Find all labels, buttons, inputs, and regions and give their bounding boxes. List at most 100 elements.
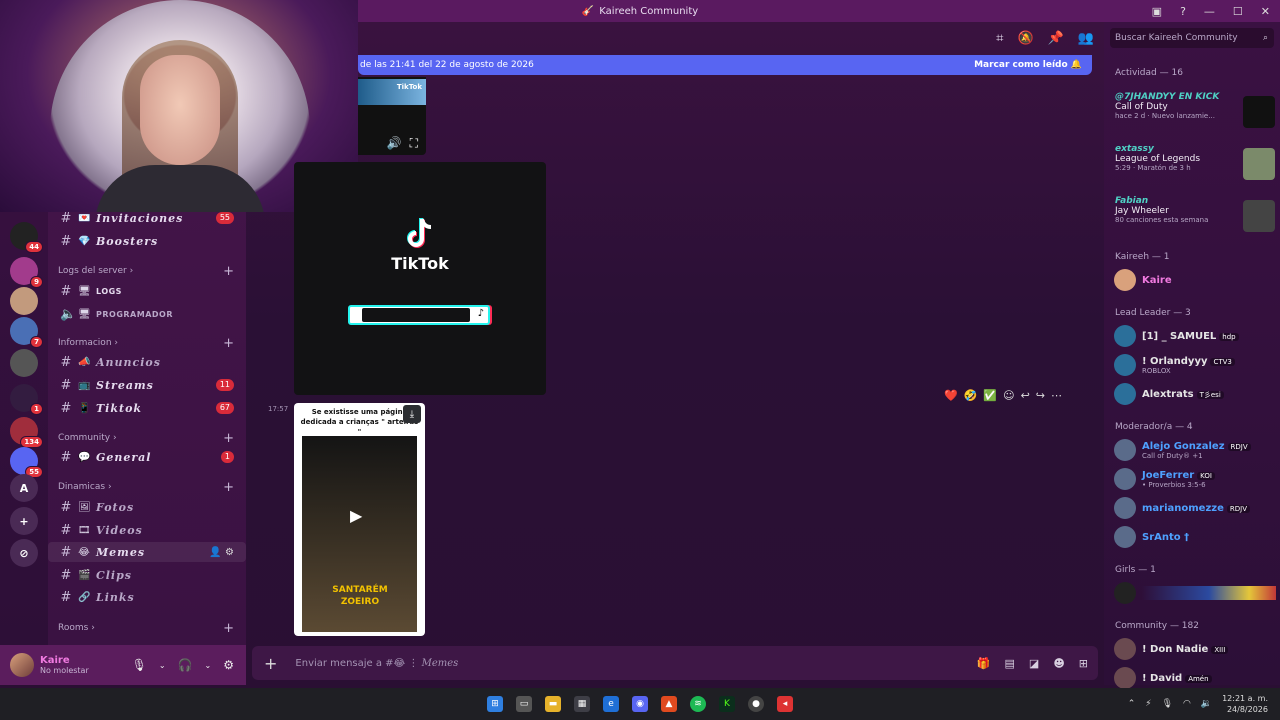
brave-icon[interactable]: ▲ [661,696,677,712]
kick-icon[interactable]: K [719,696,735,712]
wifi-icon[interactable]: ◠ [1183,699,1191,709]
activity-card[interactable]: Fabian Jay Wheeler 80 canciones esta seman… [1115,196,1275,240]
spotify-icon[interactable]: ≋ [690,696,706,712]
channel-logs[interactable]: # 🖥 LOGS [48,281,246,301]
channel-streams[interactable]: # 📺 Streams 11 [48,375,246,395]
member-row[interactable]: Alextrats T彡esi [1114,381,1276,407]
network-icon[interactable]: ⚡ [1145,699,1151,709]
category-logs[interactable]: Logs del server › + [48,263,246,279]
member-row[interactable]: marianomezze RDJV [1114,495,1276,521]
channel-boosters[interactable]: # 💎 Boosters [48,231,246,251]
file-explorer-icon[interactable]: ▬ [545,696,561,712]
play-icon[interactable]: ▶ [350,506,362,525]
more-icon[interactable]: ⋯ [1051,389,1062,402]
tiktok-embed[interactable]: TikTok ⌕ ♪ [294,162,546,395]
emoji-icon[interactable]: ☻ [1053,657,1064,670]
chevron-up-icon[interactable]: ⌃ [1128,699,1136,709]
member-row[interactable]: SrAnto † [1114,524,1276,550]
server-icon[interactable]: 44 [10,222,43,253]
add-channel-icon[interactable]: + [223,264,234,279]
forward-icon[interactable]: ↪ [1036,389,1045,402]
video-attachment[interactable]: Se existisse uma página dedicada a crian… [294,403,425,636]
add-channel-icon[interactable]: + [223,480,234,495]
gift-icon[interactable]: 🎁 [977,657,991,670]
mute-bell-icon[interactable]: 🔕 [1017,31,1033,46]
mark-read-button[interactable]: Marcar como leído 🔔 [974,60,1082,70]
app-icon[interactable]: ◂ [777,696,793,712]
close-button[interactable]: ✕ [1261,5,1270,18]
help-icon[interactable]: ? [1180,5,1186,18]
search-input[interactable]: Buscar Kaireeh Community ⌕ [1110,28,1274,48]
server-icon[interactable]: 9 [10,257,43,288]
inbox-icon[interactable]: ▣ [1152,5,1162,18]
pin-icon[interactable]: 📌 [1048,31,1064,46]
server-icon[interactable]: A [10,474,38,502]
invite-icon[interactable]: 👤 [209,547,221,558]
gif-icon[interactable]: ▤ [1005,657,1015,670]
add-channel-icon[interactable]: + [223,621,234,636]
category-rooms[interactable]: Rooms › + [48,620,246,636]
member-row[interactable]: Alejo Gonzalez RDJV Call of Duty® +1 [1114,437,1276,463]
chevron-down-icon[interactable]: ⌄ [159,661,166,670]
member-row[interactable]: ! Don Nadie XIII [1114,636,1276,662]
server-icon[interactable]: 7 [10,317,43,348]
volume-icon[interactable]: 🔉 [1201,699,1212,709]
channel-general[interactable]: # 💬 General 1 [48,447,246,467]
category-informacion[interactable]: Informacion › + [48,335,246,351]
activity-card[interactable]: @7JHANDYY EN KICK Call of Duty hace 2 d · … [1115,92,1275,136]
server-icon[interactable]: + [10,507,38,535]
activity-card[interactable]: extassy League of Legends 5:29 · Maratón d… [1115,144,1275,188]
channel-tiktok[interactable]: # 📱 Tiktok 67 [48,398,246,418]
laugh-reaction[interactable]: 🤣 [964,389,978,402]
video-frame[interactable]: ▶ SANTARÉM ZOEIRO [302,436,417,632]
minimize-button[interactable]: — [1204,5,1215,18]
category-dinamicas[interactable]: Dinamicas › + [48,479,246,495]
apps-icon[interactable]: ⊞ [1079,657,1088,670]
server-icon[interactable]: ⊘ [10,539,38,567]
member-row[interactable]: JoeFerrer KOI • Proverbios 3:5-6 [1114,466,1276,492]
channel-clips[interactable]: # 🎬 Clips [48,565,246,585]
category-community[interactable]: Community › + [48,430,246,446]
composer-input[interactable]: Enviar mensaje a #😂 ⋮ Memes [295,658,458,669]
reply-icon[interactable]: ↩ [1021,389,1030,402]
server-icon[interactable] [10,349,38,377]
obs-icon[interactable]: ● [748,696,764,712]
channel-links[interactable]: # 🔗 Links [48,587,246,607]
heart-reaction[interactable]: ❤️ [944,389,958,402]
add-channel-icon[interactable]: + [223,336,234,351]
member-row[interactable] [1114,580,1276,606]
member-list-icon[interactable]: 👥 [1078,31,1094,46]
clock[interactable]: 12:21 a. m. 24/8/2026 [1222,693,1268,715]
discord-icon[interactable]: ◉ [632,696,648,712]
start-icon[interactable]: ⊞ [487,696,503,712]
maximize-button[interactable]: ☐ [1233,5,1243,18]
headphones-icon[interactable]: 🎧 [178,658,193,672]
server-icon[interactable] [10,287,38,315]
chevron-down-icon[interactable]: ⌄ [205,661,212,670]
edge-icon[interactable]: e [603,696,619,712]
add-attachment-icon[interactable]: + [264,654,277,673]
fullscreen-icon[interactable]: ⛶ [410,136,418,151]
server-icon[interactable]: 55 [10,447,43,478]
member-row[interactable]: ! Orlandyyy CTV3 ROBLOX [1114,352,1276,378]
channel-programador[interactable]: 🔈 🖥 PROGRAMADOR [48,304,246,324]
store-icon[interactable]: ▦ [574,696,590,712]
server-icon[interactable]: 134 [10,417,43,448]
channel-fotos[interactable]: # 🖼 Fotos [48,497,246,517]
gear-icon[interactable]: ⚙ [223,658,234,672]
channel-memes[interactable]: # 😂 Memes 👤 ⚙ [48,542,246,562]
gear-icon[interactable]: ⚙ [225,547,234,558]
task-view-icon[interactable]: ▭ [516,696,532,712]
member-row[interactable]: Kaire [1114,267,1276,293]
download-icon[interactable]: ⤓ [403,405,421,423]
threads-icon[interactable]: ⌗ [996,31,1003,46]
sticker-icon[interactable]: ◪ [1029,657,1039,670]
add-channel-icon[interactable]: + [223,431,234,446]
microphone-icon[interactable]: 🎙 [1162,699,1173,709]
add-reaction-icon[interactable]: ☺ [1003,389,1014,402]
message-composer[interactable]: + Enviar mensaje a #😂 ⋮ Memes 🎁 ▤ ◪ ☻ ⊞ [252,646,1098,680]
member-row[interactable]: [1] _ SAMUEL hdp [1114,323,1276,349]
channel-anuncios[interactable]: # 📣 Anuncios [48,352,246,372]
video-embed[interactable]: TikTok 🔊 ⛶ [358,77,426,155]
new-messages-bar[interactable]: de las 21:41 del 22 de agosto de 2026 Ma… [358,55,1092,75]
